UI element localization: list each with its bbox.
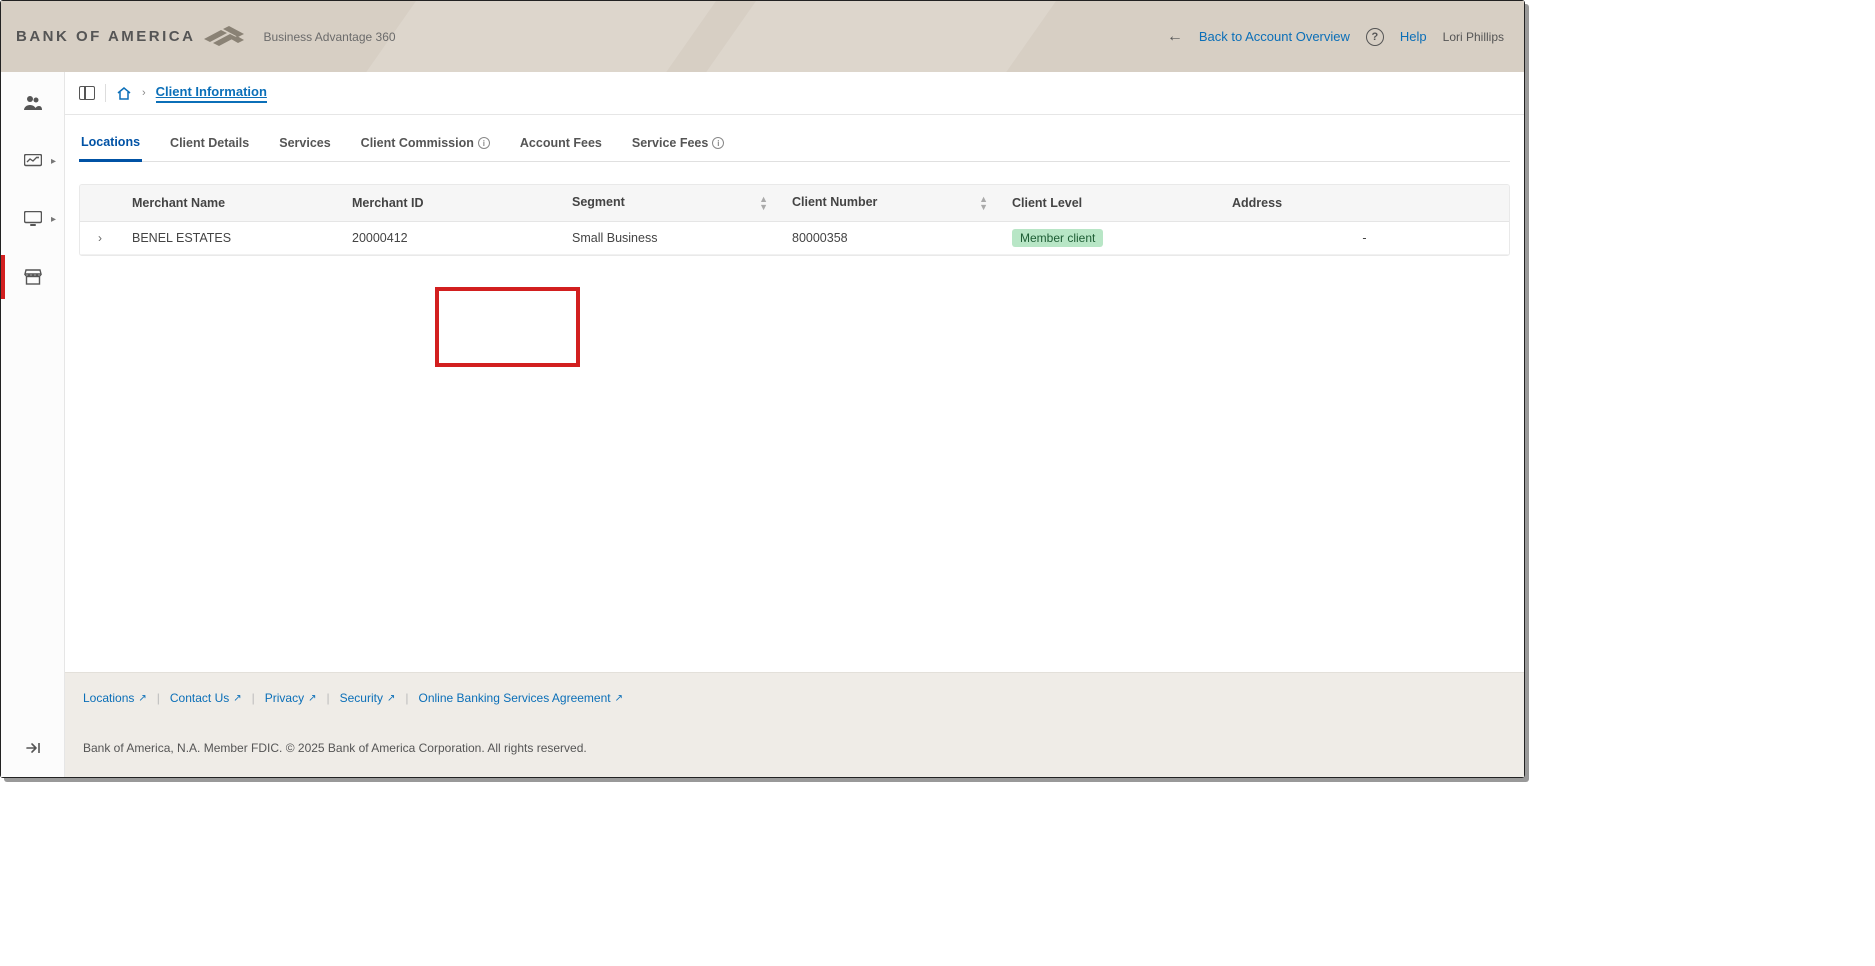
tabs: Locations Client Details Services Client Co…: [79, 115, 1510, 162]
footer-separator: |: [157, 691, 160, 705]
brand-logo-icon: [203, 25, 245, 49]
column-header: Merchant Name: [120, 185, 340, 222]
footer-copyright: Bank of America, N.A. Member FDIC. © 202…: [83, 741, 1506, 755]
locations-table: Merchant NameMerchant IDSegment▲▼Client …: [79, 184, 1510, 256]
column-header: Merchant ID: [340, 185, 560, 222]
home-icon[interactable]: [116, 86, 132, 100]
back-to-overview-link[interactable]: Back to Account Overview: [1199, 29, 1350, 44]
tab-client-details[interactable]: Client Details: [168, 135, 251, 161]
panel-toggle-icon[interactable]: [79, 86, 95, 100]
help-icon[interactable]: ?: [1366, 28, 1384, 46]
footer-link-online-banking-services-agreement[interactable]: Online Banking Services Agreement ↗: [419, 691, 624, 705]
external-link-icon: ↗: [308, 693, 316, 704]
sort-icon[interactable]: ▲▼: [979, 195, 988, 211]
external-link-icon: ↗: [387, 693, 395, 704]
header-actions: ← Back to Account Overview ? Help Lori P…: [1167, 28, 1504, 46]
rail-item-store[interactable]: [1, 261, 64, 293]
table-row[interactable]: › BENEL ESTATES20000412Small Business8000…: [80, 222, 1509, 255]
info-icon[interactable]: i: [478, 137, 490, 149]
rail-item-people[interactable]: [1, 87, 64, 119]
footer: Locations ↗ | Contact Us ↗ | Privacy ↗ | Secur…: [65, 672, 1524, 777]
cell-client-number: 80000358: [780, 222, 1000, 255]
cell-address: -: [1220, 222, 1509, 255]
tab-client-commission[interactable]: Client Commissioni: [359, 135, 492, 161]
app-header: BANK OF AMERICA Business Advantage 360 ←…: [1, 1, 1524, 72]
footer-links: Locations ↗ | Contact Us ↗ | Privacy ↗ | Secur…: [83, 691, 1506, 705]
user-name: Lori Phillips: [1443, 30, 1504, 44]
tab-services[interactable]: Services: [277, 135, 332, 161]
column-header: Client Level: [1000, 185, 1220, 222]
footer-separator: |: [405, 691, 408, 705]
help-link[interactable]: Help: [1400, 29, 1427, 44]
sub-brand: Business Advantage 360: [263, 30, 395, 44]
column-header[interactable]: Client Number▲▼: [780, 185, 1000, 222]
info-icon[interactable]: i: [712, 137, 724, 149]
rail-item-dashboard[interactable]: ▸: [1, 145, 64, 177]
breadcrumb-current[interactable]: Client Information: [156, 84, 267, 103]
external-link-icon: ↗: [233, 693, 241, 704]
tab-locations[interactable]: Locations: [79, 135, 142, 162]
brand: BANK OF AMERICA: [16, 25, 245, 49]
back-arrow-icon[interactable]: ←: [1167, 28, 1183, 46]
column-header[interactable]: Segment▲▼: [560, 185, 780, 222]
chevron-right-icon: ▸: [51, 156, 56, 167]
expand-row-icon[interactable]: ›: [98, 231, 102, 245]
tab-service-fees[interactable]: Service Feesi: [630, 135, 726, 161]
footer-link-security[interactable]: Security ↗: [340, 691, 396, 705]
footer-separator: |: [252, 691, 255, 705]
column-header: [80, 185, 120, 222]
breadcrumb-separator: ›: [142, 87, 146, 99]
main-area: › Client Information Locations Client Det…: [65, 72, 1524, 777]
brand-name: BANK OF AMERICA: [16, 28, 195, 45]
sort-icon[interactable]: ▲▼: [759, 195, 768, 211]
cell-client-level: Member client: [1000, 222, 1220, 255]
footer-link-privacy[interactable]: Privacy ↗: [265, 691, 317, 705]
annotation-highlight: [435, 287, 580, 367]
column-header: Address: [1220, 185, 1509, 222]
breadcrumb-bar: › Client Information: [65, 72, 1524, 115]
tab-account-fees[interactable]: Account Fees: [518, 135, 604, 161]
cell-merchant-id: 20000412: [340, 222, 560, 255]
left-nav-rail: ▸ ▸: [1, 72, 65, 777]
external-link-icon: ↗: [138, 693, 146, 704]
footer-link-locations[interactable]: Locations ↗: [83, 691, 147, 705]
cell-merchant-name: BENEL ESTATES: [120, 222, 340, 255]
cell-segment: Small Business: [560, 222, 780, 255]
client-level-badge: Member client: [1012, 229, 1103, 247]
divider: [105, 84, 106, 102]
rail-item-monitor[interactable]: ▸: [1, 203, 64, 235]
external-link-icon: ↗: [615, 693, 623, 704]
chevron-right-icon: ▸: [51, 214, 56, 225]
footer-separator: |: [327, 691, 330, 705]
rail-collapse-button[interactable]: [1, 733, 64, 763]
footer-link-contact-us[interactable]: Contact Us ↗: [170, 691, 242, 705]
